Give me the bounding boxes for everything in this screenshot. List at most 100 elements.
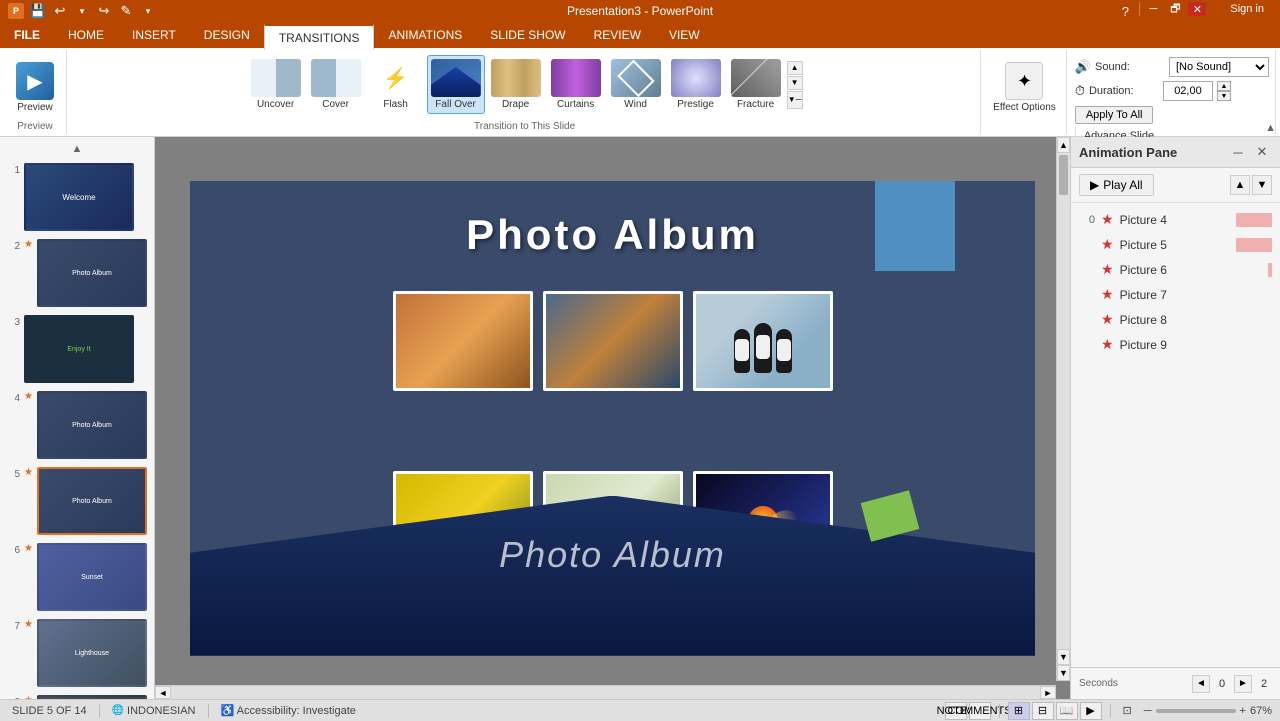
hscroll-right[interactable]: ► [1040, 686, 1056, 699]
zoom-fit-button[interactable]: ⊡ [1119, 703, 1136, 718]
cover-label: Cover [322, 99, 349, 110]
view-slidesorter-button[interactable]: ⊟ [1032, 702, 1054, 720]
anim-item-2[interactable]: ★ Picture 5 [1071, 232, 1280, 257]
redo-button[interactable]: ↪ [94, 2, 114, 20]
wind-icon [611, 59, 661, 97]
anim-item-3[interactable]: ★ Picture 6 [1071, 257, 1280, 282]
transition-prestige[interactable]: Prestige [667, 55, 725, 114]
vscroll-track[interactable] [1057, 153, 1070, 649]
anim-item-4[interactable]: ★ Picture 7 [1071, 282, 1280, 307]
zoom-value[interactable]: 67% [1250, 705, 1272, 717]
slide-thumb-3[interactable]: 3 Enjoy It [4, 313, 150, 385]
comments-button[interactable]: COMMENTS [969, 702, 991, 720]
close-button[interactable]: ✕ [1188, 2, 1206, 16]
anim-item-5[interactable]: ★ Picture 8 [1071, 307, 1280, 332]
save-button[interactable]: 💾 [28, 2, 48, 20]
flash-icon: ⚡ [371, 59, 421, 97]
play-all-button[interactable]: ▶ Play All [1079, 174, 1154, 196]
vscroll-down[interactable]: ▼ [1057, 649, 1070, 665]
customize-dropdown[interactable]: ▾ [138, 2, 158, 20]
transition-flash[interactable]: ⚡ Flash [367, 55, 425, 114]
slide-thumb-8[interactable]: 8 ★ Dragonfly [4, 693, 150, 699]
restore-button[interactable]: 🗗 [1166, 2, 1184, 16]
undo-button[interactable]: ↩ [50, 2, 70, 20]
transition-wind[interactable]: Wind [607, 55, 665, 114]
slide-3-thumbnail: Enjoy It [24, 315, 134, 383]
slide-thumb-1[interactable]: 1 Welcome [4, 161, 150, 233]
transition-curtains[interactable]: Curtains [547, 55, 605, 114]
help-button[interactable]: ? [1115, 2, 1135, 20]
tab-file[interactable]: FILE [0, 22, 54, 48]
canvas-hscroll[interactable]: ◄ ► [155, 685, 1056, 699]
titlebar-left: P 💾 ↩ ▾ ↪ ✎ ▾ [8, 2, 158, 20]
timeline-next[interactable]: ► [1234, 675, 1252, 693]
zoom-minus[interactable]: ─ [1144, 705, 1152, 717]
duration-down[interactable]: ▼ [1217, 91, 1231, 101]
slide-thumb-7[interactable]: 7 ★ Lighthouse [4, 617, 150, 689]
animation-pane-minimize[interactable]: ─ [1228, 143, 1248, 161]
timeline-start: 0 [1214, 678, 1230, 690]
scroll-more-arrow[interactable]: ▼─ [787, 91, 803, 109]
tab-transitions[interactable]: TRANSITIONS [264, 24, 375, 50]
view-reading-button[interactable]: 📖 [1056, 702, 1078, 720]
uncover-icon [251, 59, 301, 97]
anim-bar-1 [1236, 213, 1272, 227]
transition-fracture[interactable]: Fracture [727, 55, 785, 114]
slide-thumb-6[interactable]: 6 ★ Sunset [4, 541, 150, 613]
hscroll-track[interactable] [171, 686, 1040, 699]
view-normal-button[interactable]: ⊞ [1008, 702, 1030, 720]
sound-select[interactable]: [No Sound] [1169, 57, 1269, 77]
animation-pane-close[interactable]: ✕ [1252, 143, 1272, 161]
curtains-icon [551, 59, 601, 97]
tab-view[interactable]: VIEW [655, 22, 714, 48]
undo-dropdown[interactable]: ▾ [72, 2, 92, 20]
view-slideshow-button[interactable]: ▶ [1080, 702, 1102, 720]
customize-qat[interactable]: ✎ [116, 2, 136, 20]
animation-prev-button[interactable]: ▲ [1230, 175, 1250, 195]
timeline-prev[interactable]: ◄ [1192, 675, 1210, 693]
slide-info: SLIDE 5 OF 14 [8, 704, 91, 718]
tab-slideshow[interactable]: SLIDE SHOW [476, 22, 579, 48]
slide-thumb-2[interactable]: 2 ★ Photo Album [4, 237, 150, 309]
vscroll-down2[interactable]: ▼ [1057, 665, 1070, 681]
effect-options-button[interactable]: ✦ Effect Options [989, 58, 1060, 117]
anim-star-1: ★ [1101, 211, 1114, 228]
slide-thumb-5[interactable]: 5 ★ Photo Album [4, 465, 150, 537]
tab-animations[interactable]: ANIMATIONS [374, 22, 476, 48]
zoom-plus[interactable]: + [1240, 705, 1246, 717]
tab-design[interactable]: DESIGN [190, 22, 264, 48]
duration-up[interactable]: ▲ [1217, 81, 1231, 91]
scroll-up-arrow[interactable]: ▲ [787, 61, 803, 75]
scroll-down-arrow[interactable]: ▼ [787, 76, 803, 90]
anim-name-2: Picture 5 [1120, 238, 1230, 252]
slide-5-thumbnail: Photo Album [37, 467, 147, 535]
vscroll-thumb[interactable] [1059, 155, 1068, 195]
zoom-slider[interactable] [1156, 709, 1236, 713]
anim-item-6[interactable]: ★ Picture 9 [1071, 332, 1280, 357]
cover-icon [311, 59, 361, 97]
slide-thumb-4[interactable]: 4 ★ Photo Album [4, 389, 150, 461]
tab-home[interactable]: HOME [54, 22, 118, 48]
vscroll-up[interactable]: ▲ [1057, 137, 1070, 153]
canvas-vscroll[interactable]: ▲ ▼ ▼ [1056, 137, 1070, 681]
apply-to-all-button[interactable]: Apply To All [1075, 106, 1154, 124]
tab-insert[interactable]: INSERT [118, 22, 190, 48]
transition-drape[interactable]: Drape [487, 55, 545, 114]
ribbon-collapse-button[interactable]: ▲ [1265, 122, 1276, 134]
transition-uncover[interactable]: Uncover [247, 55, 305, 114]
tab-review[interactable]: REVIEW [580, 22, 655, 48]
animation-next-button[interactable]: ▼ [1252, 175, 1272, 195]
transition-fall-over[interactable]: Fall Over [427, 55, 485, 114]
minimize-button[interactable]: ─ [1144, 2, 1162, 16]
accessibility-indicator[interactable]: ♿ Accessibility: Investigate [217, 703, 360, 718]
language-indicator[interactable]: 🌐 INDONESIAN [108, 704, 200, 718]
anim-item-1[interactable]: 0 ★ Picture 4 [1071, 207, 1280, 232]
sign-in-button[interactable]: Sign in [1222, 2, 1272, 16]
slide-panel-scroll-up[interactable]: ▲ [4, 141, 150, 157]
duration-row: ⏱ Duration: ▲ ▼ [1075, 80, 1269, 102]
hscroll-left[interactable]: ◄ [155, 686, 171, 699]
preview-button[interactable]: ▶ Preview [10, 58, 60, 117]
transition-cover[interactable]: Cover [307, 55, 365, 114]
duration-input[interactable] [1163, 81, 1213, 101]
drape-label: Drape [502, 99, 529, 110]
